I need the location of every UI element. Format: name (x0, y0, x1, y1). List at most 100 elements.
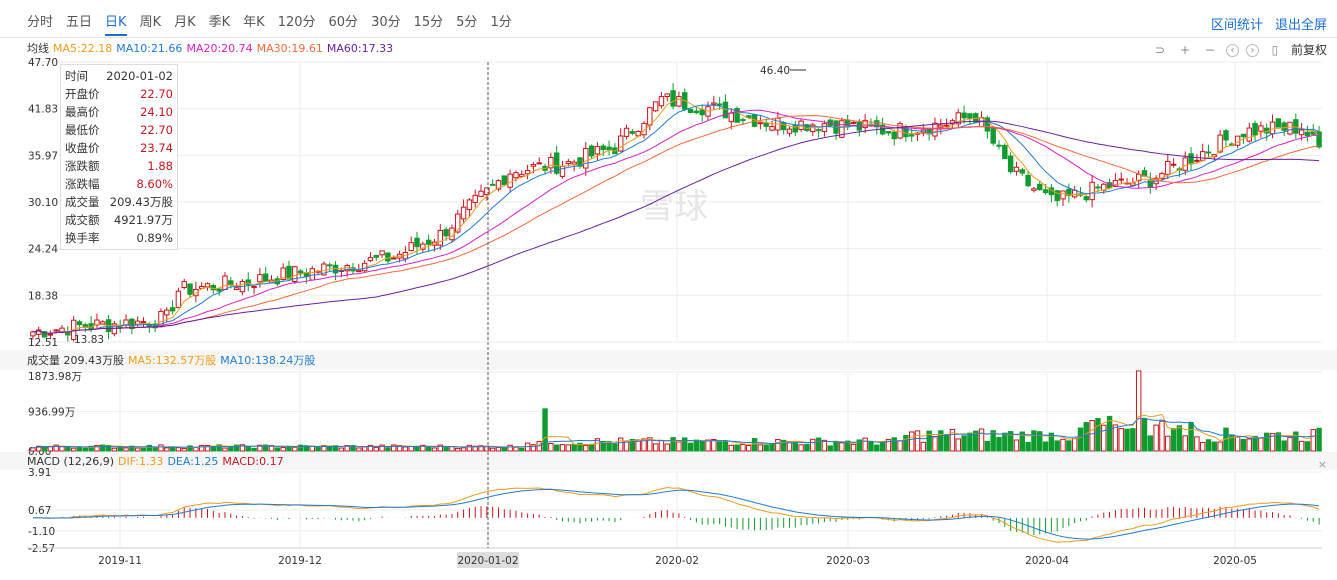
candle (536, 162, 542, 165)
tooltip-key: 收盘价 (65, 141, 100, 155)
volume-bar (65, 446, 71, 452)
volume-bar (967, 432, 973, 452)
volume-bar (565, 444, 572, 452)
volume-bar (955, 438, 961, 452)
tooltip-value: 8.60% (136, 177, 173, 191)
macd-axis-label: 3.91 (28, 467, 51, 479)
volume-bar (763, 444, 769, 452)
tooltip-key: 成交额 (65, 213, 100, 227)
volume-bar (914, 430, 921, 452)
tooltip-value: 22.70 (140, 123, 173, 137)
volume-bar (519, 447, 525, 452)
volume-bar (815, 437, 822, 452)
volume-bar (879, 441, 886, 452)
tooltip-row: 涨跌幅 8.60% (65, 175, 173, 193)
volume-bar (1089, 419, 1095, 452)
candle (1223, 130, 1229, 141)
candle (1060, 190, 1066, 200)
volume-bar (559, 444, 566, 452)
candle (594, 146, 601, 155)
volume-bar (571, 443, 577, 452)
candle (658, 96, 665, 107)
volume-bar (489, 447, 496, 452)
tooltip-key: 换手率 (65, 231, 100, 245)
candle (391, 257, 397, 260)
candle (629, 131, 636, 134)
candle (1007, 155, 1014, 173)
volume-bar (810, 438, 816, 452)
date-axis-label: 2020-05 (1213, 555, 1257, 567)
candle (228, 280, 234, 286)
candle (1118, 178, 1124, 181)
volume-bar (1060, 438, 1066, 452)
tooltip-row: 开盘价 22.70 (65, 85, 173, 103)
candle (164, 309, 170, 316)
candle (1199, 151, 1206, 161)
tooltip-key: 涨跌额 (65, 159, 100, 173)
volume-bar (181, 447, 187, 452)
candle (600, 145, 606, 151)
candle (1089, 181, 1095, 201)
volume-bar (1112, 424, 1119, 452)
volume-bar (222, 447, 228, 452)
candle (821, 123, 828, 132)
volume-bar (612, 443, 618, 452)
volume-bar (1147, 435, 1154, 452)
candle (175, 290, 182, 308)
volume-bar (59, 446, 65, 452)
ma-line (32, 120, 1320, 334)
volume-bar (862, 437, 868, 452)
macd-axis-label: 0.67 (28, 505, 51, 517)
tooltip-row: 成交额 4921.97万 (65, 211, 173, 229)
candle (1205, 151, 1212, 154)
tooltip-value: 0.89% (136, 231, 173, 245)
volume-bar (780, 439, 787, 452)
volume-bar (117, 446, 123, 452)
candle (722, 101, 729, 119)
candle (565, 161, 572, 164)
volume-bar (431, 447, 438, 452)
volume-bar (338, 447, 345, 452)
volume-bar (1077, 427, 1084, 452)
volume-bar (705, 439, 711, 452)
candle (216, 288, 222, 292)
candle (623, 127, 630, 137)
candle (716, 103, 723, 106)
volume-bar (1298, 440, 1305, 452)
candle (1002, 144, 1008, 160)
candle (437, 229, 444, 246)
volume-bar (414, 446, 420, 452)
volume-bar (152, 447, 158, 452)
volume-bar (1293, 431, 1299, 452)
volume-bar (728, 444, 734, 452)
candle (1281, 122, 1287, 131)
candle (297, 270, 304, 274)
candle (763, 122, 769, 127)
volume-bar (1205, 439, 1212, 452)
candle (606, 146, 612, 151)
volume-bar (775, 438, 781, 452)
candle (780, 122, 787, 131)
volume-bar (455, 447, 461, 452)
candle (728, 112, 734, 123)
volume-bar (740, 443, 746, 452)
volume-bar (1217, 441, 1223, 452)
stock-chart[interactable]: 47.7041.8335.9730.1024.2418.3812.510.009… (0, 0, 1337, 580)
volume-bar (501, 447, 508, 452)
volume-bar (30, 447, 36, 452)
candle (262, 273, 269, 282)
candle (233, 287, 240, 291)
candle (1083, 196, 1090, 201)
volume-bar (1234, 436, 1241, 452)
volume-bar (280, 447, 286, 452)
volume-bar (542, 408, 548, 452)
volume-bar (507, 444, 513, 452)
candle (1037, 183, 1043, 191)
candle (1025, 174, 1031, 187)
candle (466, 199, 473, 211)
candle (652, 101, 659, 112)
candle (908, 134, 915, 137)
volume-bar (804, 443, 810, 452)
tooltip-key: 涨跌幅 (65, 177, 100, 191)
candle (588, 145, 595, 157)
